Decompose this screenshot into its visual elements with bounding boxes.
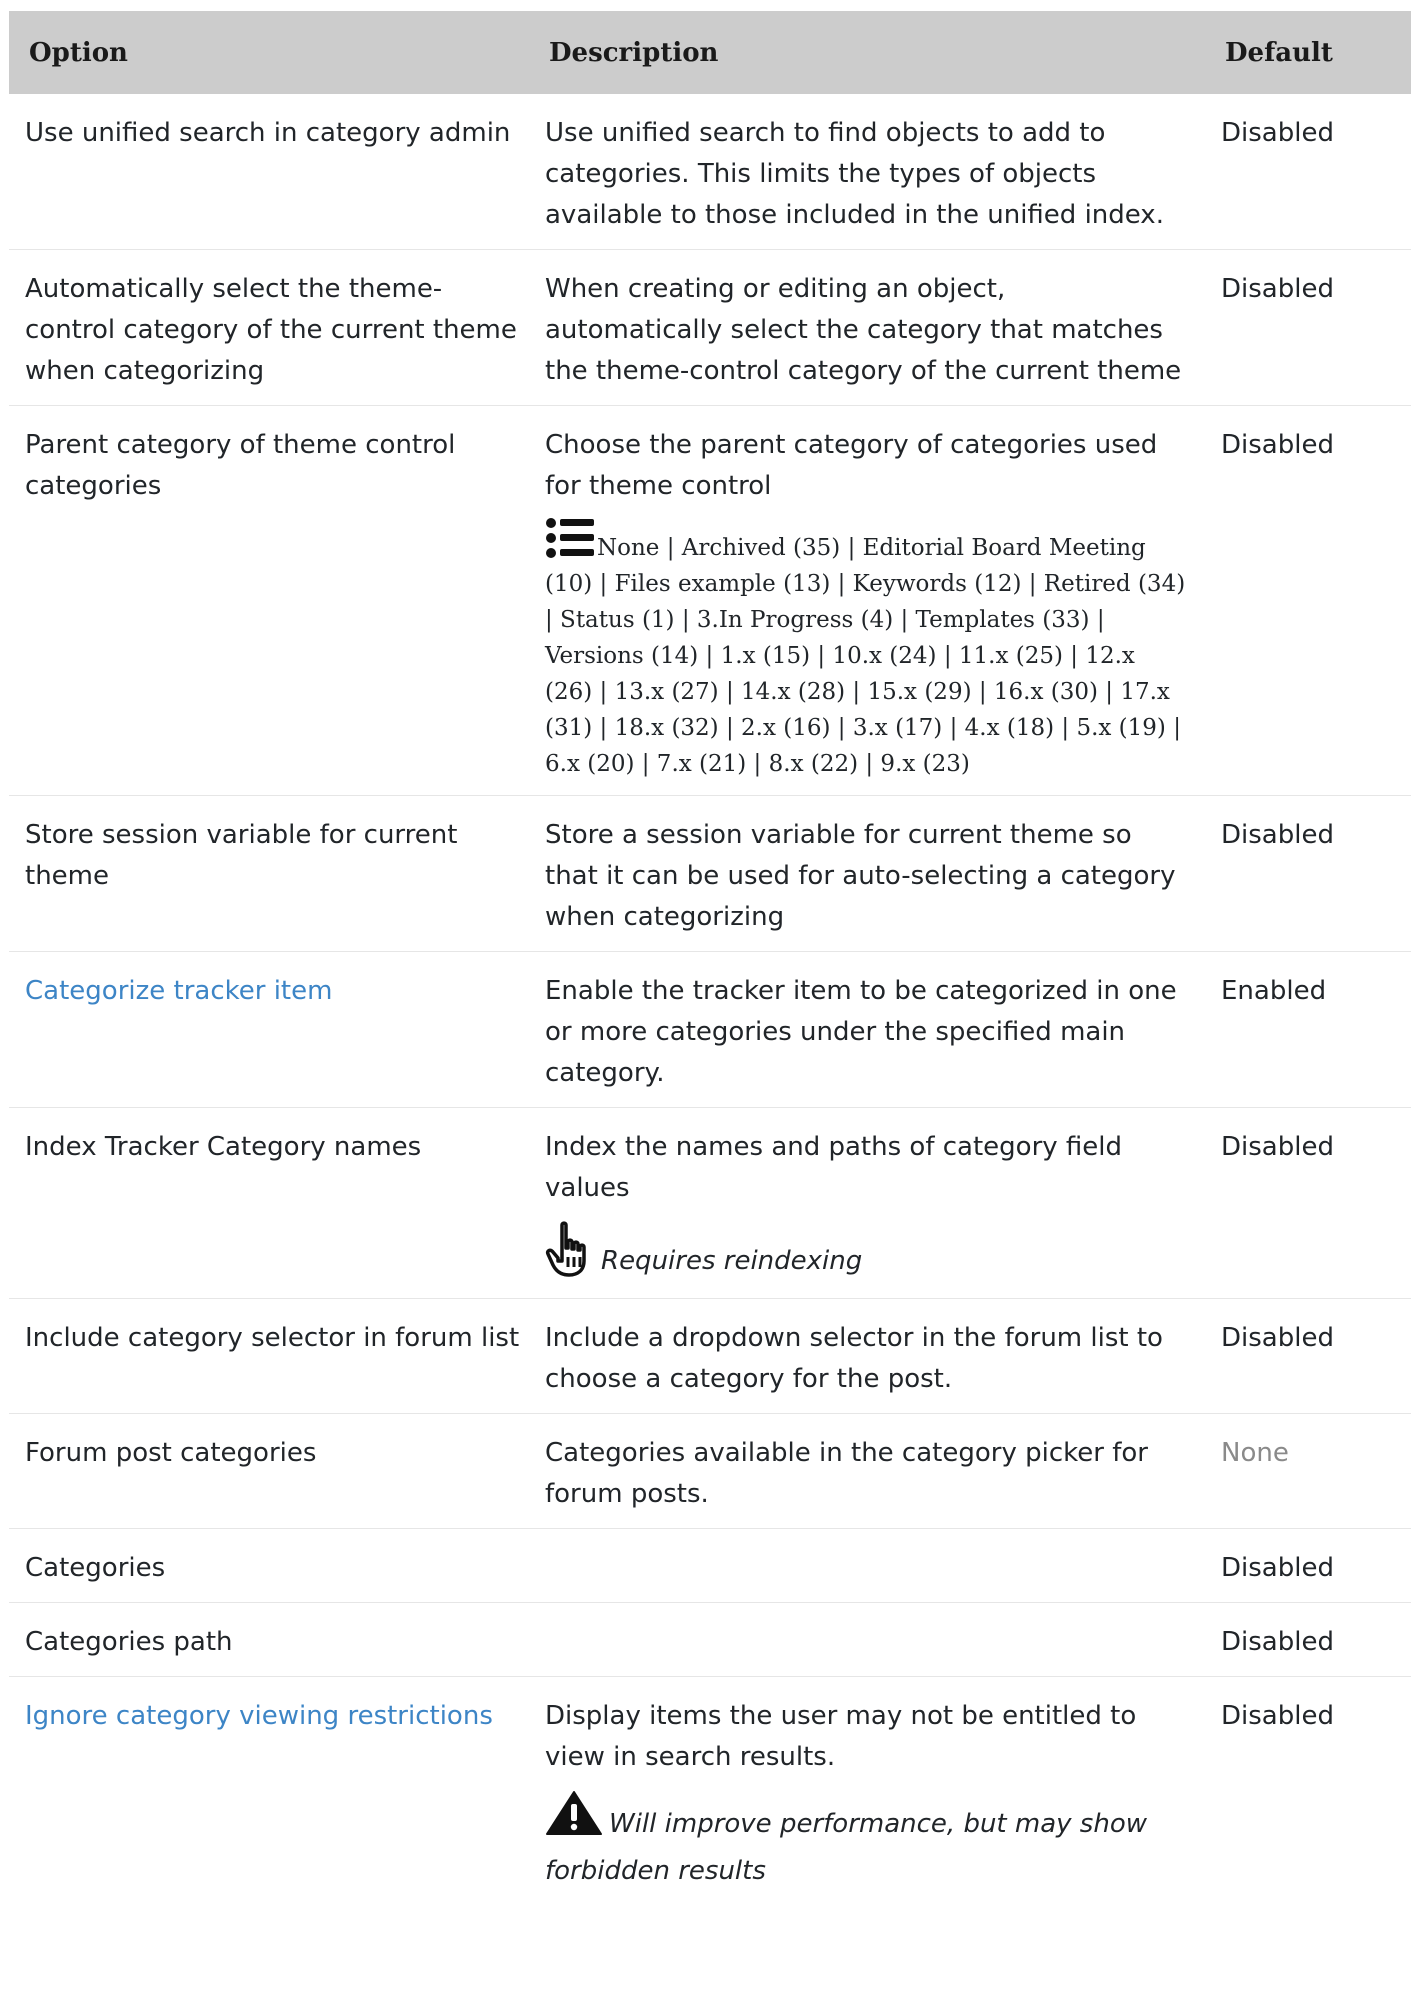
reindex-note-text: Requires reindexing [601,1246,863,1276]
header-description: Description [520,11,1195,94]
option-name: Include category selector in forum list [9,1298,520,1414]
option-description: Use unified search to find objects to ad… [545,118,1164,230]
option-name: Automatically select the theme-control c… [9,249,520,406]
preferences-table-wrapper: Option Description Default Use unified s… [9,11,1411,1908]
table-row: Ignore category viewing restrictions Dis… [9,1676,1411,1908]
table-row: Categories path Disabled [9,1602,1411,1677]
option-name: Categories [9,1528,520,1603]
option-name: Index Tracker Category names [9,1107,520,1299]
table-row: Forum post categories Categories availab… [9,1413,1411,1529]
parent-category-choices: None | Archived (35) | Editorial Board M… [545,517,1189,782]
preferences-table: Option Description Default Use unified s… [9,11,1411,1908]
option-name-cell: Ignore category viewing restrictions [9,1676,520,1908]
option-description: When creating or editing an object, auto… [520,249,1195,406]
pointing-hand-icon [545,1221,597,1279]
reindex-note: Requires reindexing [545,1221,1189,1285]
option-name: Use unified search in category admin [25,118,511,148]
option-link-categorize-tracker-item[interactable]: Categorize tracker item [25,976,332,1006]
option-name: Store session variable for current theme [9,795,520,952]
option-description: Index the names and paths of category fi… [545,1132,1123,1203]
option-description: Include a dropdown selector in the forum… [520,1298,1195,1414]
option-description-cell: Choose the parent category of categories… [520,405,1195,796]
table-row: Automatically select the theme-control c… [9,249,1411,406]
option-description-cell: Display items the user may not be entitl… [520,1676,1195,1908]
option-description [520,1528,1195,1603]
table-row: Use unified search in category admin Use… [9,94,1411,250]
option-description: Display items the user may not be entitl… [545,1701,1137,1772]
option-default: Disabled [1195,1676,1411,1908]
header-row: Option Description Default [9,11,1411,94]
warning-note: Will improve performance, but may show f… [545,1790,1189,1895]
option-default: Disabled [1221,118,1334,148]
table-row: Index Tracker Category names Index the n… [9,1107,1411,1299]
option-default: Disabled [1195,795,1411,952]
table-row: Categorize tracker item Enable the track… [9,951,1411,1108]
option-default: Enabled [1195,951,1411,1108]
option-default: Disabled [1195,1107,1411,1299]
option-default: Disabled [1195,249,1411,406]
table-row: Include category selector in forum list … [9,1298,1411,1414]
option-default: Disabled [1195,1528,1411,1603]
option-default: Disabled [1195,1602,1411,1677]
option-link-ignore-category-viewing-restrictions[interactable]: Ignore category viewing restrictions [25,1701,493,1731]
header-default: Default [1195,11,1411,94]
list-icon [545,517,595,559]
option-default: None [1195,1413,1411,1529]
choices-list: None | Archived (35) | Editorial Board M… [545,535,1186,777]
option-description: Choose the parent category of categories… [545,430,1158,501]
warning-note-text: Will improve performance, but may show f… [545,1809,1147,1886]
option-name: Forum post categories [9,1413,520,1529]
option-description [520,1602,1195,1677]
option-default: Disabled [1195,405,1411,796]
header-option: Option [9,11,520,94]
option-description: Enable the tracker item to be categorize… [520,951,1195,1108]
table-row: Categories Disabled [9,1528,1411,1603]
option-description: Categories available in the category pic… [520,1413,1195,1529]
table-header: Option Description Default [9,11,1411,94]
option-name: Parent category of theme control categor… [9,405,520,796]
table-row: Store session variable for current theme… [9,795,1411,952]
option-name: Categories path [9,1602,520,1677]
warning-triangle-icon [545,1790,603,1836]
option-description-cell: Index the names and paths of category fi… [520,1107,1195,1299]
table-body: Use unified search in category admin Use… [9,94,1411,1908]
option-default: Disabled [1195,1298,1411,1414]
option-description: Store a session variable for current the… [520,795,1195,952]
table-row: Parent category of theme control categor… [9,405,1411,796]
option-name-cell: Categorize tracker item [9,951,520,1108]
